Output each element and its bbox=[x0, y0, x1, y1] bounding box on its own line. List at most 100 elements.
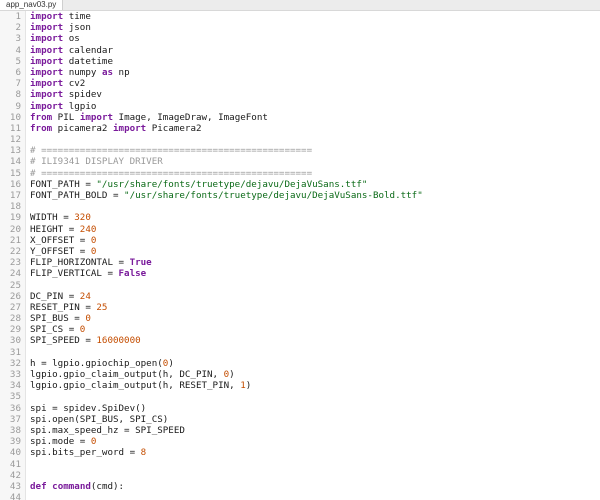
keyword-token: import bbox=[30, 55, 64, 67]
code-line: 23 FLIP_HORIZONTAL = True bbox=[0, 257, 600, 268]
code-token: lgpio bbox=[63, 100, 97, 112]
code-line: 37 spi.open(SPI_BUS, SPI_CS) bbox=[0, 414, 600, 425]
keyword-token: False bbox=[118, 268, 147, 280]
code-line: 27 RESET_PIN = 25 bbox=[0, 302, 600, 313]
line-content: FONT_PATH_BOLD = "/usr/share/fonts/truet… bbox=[30, 190, 423, 201]
code-line: 28 SPI_BUS = 0 bbox=[0, 313, 600, 324]
number-token: 25 bbox=[96, 301, 108, 313]
code-token: np bbox=[113, 66, 130, 78]
code-token: numpy bbox=[63, 66, 102, 78]
line-content: import datetime bbox=[30, 56, 113, 67]
code-token: spi.bits_per_word = bbox=[30, 447, 141, 459]
line-content: h = lgpio.gpiochip_open(0) bbox=[30, 358, 174, 369]
line-content: spi.bits_per_word = 8 bbox=[30, 447, 146, 458]
code-token: lgpio.gpio_claim_output(h, RESET_PIN, bbox=[30, 380, 241, 392]
code-token: ) bbox=[229, 369, 235, 380]
keyword-token: import bbox=[113, 122, 147, 134]
code-line: 11 from picamera2 import Picamera2 bbox=[0, 123, 600, 134]
line-number: 14 bbox=[9, 156, 21, 168]
code-line: 43 def command(cmd): bbox=[0, 481, 600, 492]
code-line: 12 bbox=[0, 134, 600, 145]
code-line: 39 spi.mode = 0 bbox=[0, 436, 600, 447]
code-line: 15 # ====================================… bbox=[0, 168, 600, 179]
comment-token: # ======================================… bbox=[30, 167, 313, 179]
line-content: from PIL import Image, ImageDraw, ImageF… bbox=[30, 112, 268, 123]
keyword-token: import bbox=[30, 22, 64, 34]
line-number: 32 bbox=[9, 357, 21, 369]
line-number: 34 bbox=[9, 380, 21, 392]
code-token: spidev bbox=[63, 89, 102, 101]
code-line: 19 WIDTH = 320 bbox=[0, 212, 600, 223]
line-number: 6 bbox=[15, 66, 21, 78]
line-number: 5 bbox=[15, 55, 21, 67]
string-token: "/usr/share/fonts/truetype/dejavu/DejaVu… bbox=[124, 190, 423, 201]
code-lines: 1 import time 2 import json 3 import os 4 impor… bbox=[0, 11, 600, 500]
code-line: 16 FONT_PATH = "/usr/share/fonts/truetype… bbox=[0, 179, 600, 190]
code-editor[interactable]: 1 import time 2 import json 3 import os 4 impor… bbox=[0, 11, 600, 500]
code-token: Picamera2 bbox=[146, 122, 202, 134]
code-line: 14 # ILI9341 DISPLAY DRIVER bbox=[0, 156, 600, 167]
line-number: 15 bbox=[9, 167, 21, 179]
code-token: time bbox=[63, 11, 91, 22]
code-line: 6 import numpy as np bbox=[0, 67, 600, 78]
line-number: 1 bbox=[15, 11, 21, 22]
code-token: calendar bbox=[63, 44, 113, 56]
line-content: from picamera2 import Picamera2 bbox=[30, 123, 202, 134]
code-line: 30 SPI_SPEED = 16000000 bbox=[0, 335, 600, 346]
number-token: 24 bbox=[79, 290, 91, 302]
line-number: 11 bbox=[9, 122, 21, 134]
comment-token: # ======================================… bbox=[30, 145, 313, 157]
line-number: 27 bbox=[9, 301, 21, 313]
line-number: 36 bbox=[9, 402, 21, 414]
line-content: spi.mode = 0 bbox=[30, 436, 96, 447]
code-token: datetime bbox=[63, 55, 113, 67]
keyword-token: from bbox=[30, 122, 53, 134]
keyword-token: import bbox=[30, 78, 64, 90]
line-content: spi.open(SPI_BUS, SPI_CS) bbox=[30, 414, 168, 425]
line-number: 18 bbox=[9, 201, 21, 213]
line-number: 19 bbox=[9, 212, 21, 224]
line-number: 37 bbox=[9, 413, 21, 425]
line-number: 13 bbox=[9, 145, 21, 157]
code-token: SPI_BUS = bbox=[30, 313, 86, 325]
code-line: 10 from PIL import Image, ImageDraw, Imag… bbox=[0, 112, 600, 123]
line-number: 8 bbox=[15, 89, 21, 101]
line-number: 26 bbox=[9, 290, 21, 302]
tab-app-nav03[interactable]: app_nav03.py bbox=[0, 0, 64, 10]
code-line: 21 X_OFFSET = 0 bbox=[0, 235, 600, 246]
code-line: 42 bbox=[0, 470, 600, 481]
code-token: HEIGHT = bbox=[30, 223, 80, 235]
keyword-token: import bbox=[30, 100, 64, 112]
line-number: 43 bbox=[9, 480, 21, 492]
line-content: WIDTH = 320 bbox=[30, 212, 91, 223]
line-content: import time bbox=[30, 11, 91, 22]
line-content: lgpio.gpio_claim_output(h, DC_PIN, 0) bbox=[30, 369, 235, 380]
line-content: lgpio.gpio_claim_output(h, RESET_PIN, 1) bbox=[30, 380, 251, 391]
line-content: Y_OFFSET = 0 bbox=[30, 246, 96, 257]
line-content: import cv2 bbox=[30, 78, 85, 89]
keyword-token: as bbox=[101, 66, 114, 78]
code-line: 41 bbox=[0, 459, 600, 470]
code-token: json bbox=[63, 22, 91, 34]
line-number: 12 bbox=[9, 134, 21, 146]
line-content: # ======================================… bbox=[30, 145, 312, 156]
number-token: 320 bbox=[74, 212, 91, 224]
code-line: 3 import os bbox=[0, 33, 600, 44]
number-token: 0 bbox=[90, 234, 97, 246]
line-number: 22 bbox=[9, 245, 21, 257]
line-content: import spidev bbox=[30, 89, 102, 100]
code-line: 32 h = lgpio.gpiochip_open(0) bbox=[0, 358, 600, 369]
number-token: 16000000 bbox=[96, 335, 141, 347]
number-token: 0 bbox=[90, 436, 97, 448]
line-content: import json bbox=[30, 22, 91, 33]
keyword-token: import bbox=[30, 33, 64, 45]
keyword-token: import bbox=[30, 44, 64, 56]
line-content: SPI_CS = 0 bbox=[30, 324, 85, 335]
keyword-token: def bbox=[30, 480, 47, 492]
code-token: ) bbox=[245, 380, 252, 392]
line-content: spi.max_speed_hz = SPI_SPEED bbox=[30, 425, 185, 436]
code-token: spi.mode = bbox=[30, 436, 91, 448]
line-number: 41 bbox=[9, 458, 21, 470]
line-number: 30 bbox=[9, 335, 21, 347]
code-line: 26 DC_PIN = 24 bbox=[0, 291, 600, 302]
